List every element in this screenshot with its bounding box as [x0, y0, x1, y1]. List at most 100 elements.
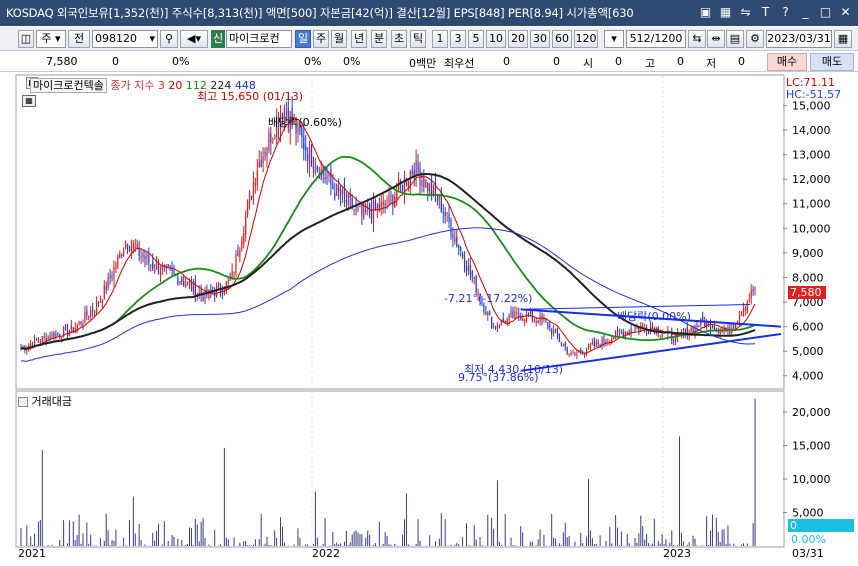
candle-body	[713, 326, 715, 330]
candle-body	[496, 326, 499, 329]
trend-annotation-2: 9.75°(37.86%)	[458, 371, 539, 384]
candle-body	[239, 249, 241, 258]
period-unit-select[interactable]: 주 ▾	[36, 30, 66, 48]
candle-body	[615, 330, 617, 337]
chart-canvas[interactable]: 15,000 14,000 13,000 12,000 11,000 10,000 9,00…	[0, 73, 858, 566]
candle-body	[498, 325, 500, 327]
link-icon[interactable]: ⇋	[737, 4, 754, 21]
candle-body	[523, 319, 526, 321]
window-icon[interactable]: ▣	[697, 4, 714, 21]
grid-icon[interactable]: ▦	[717, 4, 734, 21]
gear-icon[interactable]: ⚙	[746, 30, 764, 48]
tab-period-month[interactable]: 월	[331, 30, 347, 48]
quote-high: 0	[677, 55, 684, 68]
interval-custom-input[interactable]: ▾	[604, 30, 624, 48]
candle-body	[593, 340, 595, 346]
interval-3[interactable]: 3	[450, 30, 466, 48]
candle-body	[471, 271, 473, 278]
candle-body	[744, 308, 746, 310]
volume-tick-label: 10,000	[792, 473, 831, 486]
candle-body	[252, 182, 255, 200]
interval-60[interactable]: 60	[552, 30, 572, 48]
maximize-icon[interactable]: □	[817, 4, 834, 21]
tab-period-second[interactable]: 초	[391, 30, 407, 48]
candle-body	[43, 336, 45, 338]
calendar-icon[interactable]: ▦	[834, 30, 852, 48]
candle-body	[307, 153, 309, 161]
search-icon[interactable]: ⚲	[160, 30, 178, 48]
candle-body	[522, 318, 524, 321]
candle-body	[167, 264, 169, 267]
candle-body	[380, 202, 382, 208]
candle-body	[111, 276, 113, 278]
candle-body	[336, 184, 338, 196]
candle-body	[88, 316, 90, 319]
candle-body	[748, 299, 750, 301]
sound-icon[interactable]: ◀▾	[180, 30, 208, 48]
stock-chart[interactable]: 15,000 14,000 13,000 12,000 11,000 10,000 9,00…	[0, 73, 858, 566]
volume-settings-icon[interactable]	[18, 397, 28, 407]
candle-body	[132, 244, 134, 248]
stock-code-input[interactable]: 098120 ▾	[92, 30, 158, 48]
candle-body	[35, 339, 38, 341]
candle-body	[243, 233, 245, 244]
tab-period-minute[interactable]: 분	[371, 30, 387, 48]
zoom-out-icon[interactable]: ⇆	[688, 30, 706, 48]
close-icon[interactable]: ✕	[837, 4, 854, 21]
help-icon[interactable]: ?	[777, 4, 794, 21]
save-icon[interactable]: ▤	[726, 30, 744, 48]
interval-120[interactable]: 120	[574, 30, 598, 48]
date-field[interactable]: 2023/03/31	[766, 30, 832, 48]
table-icon[interactable]: ▦	[22, 95, 36, 107]
text-icon[interactable]: T	[757, 4, 774, 21]
candle-body	[237, 251, 239, 256]
candle-body	[194, 281, 196, 297]
interval-5[interactable]: 5	[468, 30, 484, 48]
candle-body	[450, 219, 452, 236]
candle-body	[268, 132, 270, 151]
candle-body	[142, 253, 144, 257]
candle-body	[217, 284, 220, 286]
volume-panel	[15, 390, 785, 548]
tab-period-day[interactable]: 일	[295, 30, 311, 48]
candle-body	[124, 242, 127, 249]
candle-body	[465, 266, 468, 272]
volume-title-text: 거래대금	[31, 395, 72, 408]
interval-10[interactable]: 10	[486, 30, 506, 48]
candle-body	[103, 285, 105, 299]
candle-body	[587, 344, 590, 349]
tab-period-year[interactable]: 년	[351, 30, 367, 48]
candle-body	[438, 195, 440, 201]
buy-button[interactable]: 매수	[767, 53, 807, 71]
interval-20[interactable]: 20	[508, 30, 528, 48]
minimize-icon[interactable]: _	[797, 4, 814, 21]
interval-30[interactable]: 30	[530, 30, 550, 48]
candle-body	[86, 310, 88, 316]
candle-body	[150, 264, 152, 266]
candle-body	[661, 334, 663, 337]
quote-pref-v2: 0	[553, 55, 560, 68]
candle-body	[332, 183, 334, 190]
candle-body	[415, 159, 417, 176]
candle-body	[130, 247, 132, 251]
stock-name-field[interactable]: 마이크로컨	[226, 30, 292, 48]
candle-body	[392, 195, 394, 206]
candle-body	[597, 342, 599, 345]
candle-body	[78, 321, 80, 325]
sell-button[interactable]: 매도	[810, 53, 854, 71]
data-count-field[interactable]: 512/1200	[626, 30, 686, 48]
candle-body	[448, 212, 450, 223]
fit-icon[interactable]: ⇹	[707, 30, 725, 48]
tab-period-week[interactable]: 주	[313, 30, 329, 48]
candle-body	[651, 325, 654, 329]
prev-button[interactable]: 전	[68, 30, 90, 48]
candle-body	[126, 244, 129, 249]
candle-body	[119, 252, 121, 258]
chart-settings-icon[interactable]: ◫	[18, 30, 34, 48]
tab-period-tick[interactable]: 틱	[410, 30, 426, 48]
interval-1[interactable]: 1	[432, 30, 448, 48]
legend-stock-name[interactable]: 마이크로컨텍솔	[30, 78, 107, 93]
candle-body	[310, 144, 313, 167]
candle-body	[109, 275, 111, 278]
quote-change-pct: 0%	[172, 55, 190, 68]
